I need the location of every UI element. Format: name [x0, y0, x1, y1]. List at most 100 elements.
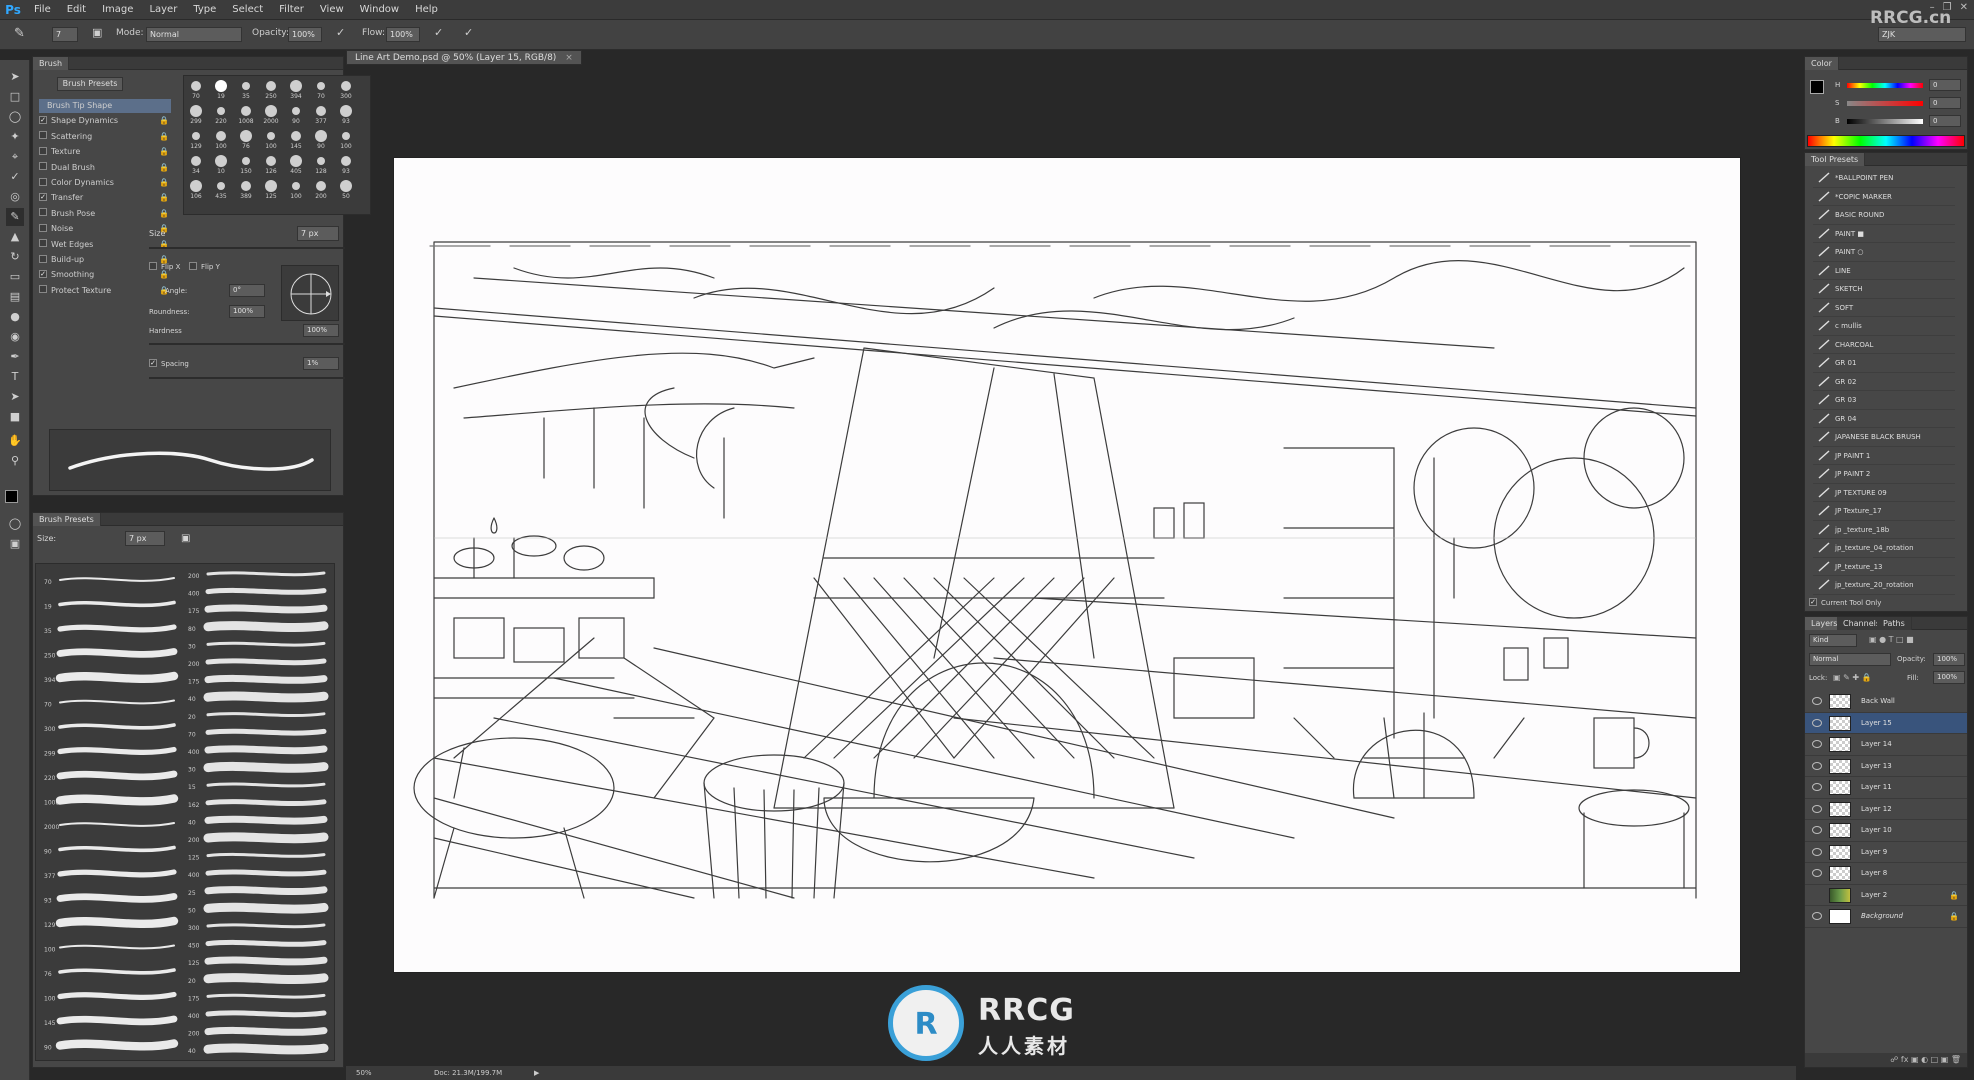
- brush-preset-stroke[interactable]: [203, 691, 329, 703]
- tool-preset-item[interactable]: JP TEXTURE 09: [1813, 484, 1955, 502]
- lock-icon[interactable]: 🔒: [159, 176, 169, 190]
- color-channel-value[interactable]: 0: [1929, 97, 1961, 109]
- brush-tip-thumb[interactable]: [292, 107, 300, 115]
- tool-preset-item[interactable]: *BALLPOINT PEN: [1813, 169, 1955, 188]
- tab-color[interactable]: Color: [1805, 57, 1839, 70]
- dodge-tool-icon[interactable]: ◉: [6, 328, 24, 346]
- layer-row[interactable]: Layer 14: [1805, 734, 1967, 756]
- brush-preset-stroke[interactable]: [205, 587, 327, 595]
- status-menu-arrow-icon[interactable]: ▶: [534, 1066, 539, 1080]
- brush-preset-stroke[interactable]: [57, 991, 177, 1000]
- move-tool-icon[interactable]: ➤: [6, 68, 24, 86]
- size-slider[interactable]: [149, 247, 345, 249]
- brush-setting-item[interactable]: Dual Brush 🔒: [39, 161, 171, 175]
- brush-tip-thumb[interactable]: [290, 155, 302, 167]
- eye-icon[interactable]: [1812, 718, 1822, 727]
- quick-mask-icon[interactable]: ◯: [6, 515, 24, 533]
- layer-opacity-field[interactable]: 100%: [1933, 653, 1965, 666]
- close-icon[interactable]: ✕: [1960, 2, 1968, 13]
- menu-file[interactable]: File: [26, 4, 59, 15]
- document-canvas[interactable]: [393, 157, 1741, 973]
- brush-setting-item[interactable]: Color Dynamics 🔒: [39, 176, 171, 190]
- brush-preset-stroke[interactable]: [203, 621, 329, 632]
- lock-icon[interactable]: 🔒: [159, 130, 169, 144]
- workspace-select[interactable]: ZJK: [1878, 27, 1966, 42]
- brush-preset-stroke[interactable]: [58, 600, 176, 608]
- brush-tip-thumb[interactable]: [290, 80, 302, 92]
- eye-icon[interactable]: [1812, 761, 1822, 770]
- brush-preset-stroke[interactable]: [204, 674, 328, 684]
- brush-tip-thumb[interactable]: [266, 156, 276, 166]
- tool-preset-item[interactable]: PAINT ○: [1813, 243, 1955, 262]
- spacing-slider[interactable]: [149, 377, 345, 379]
- brush-preset-stroke[interactable]: [203, 973, 329, 984]
- hardness-slider[interactable]: [149, 343, 345, 345]
- brush-tip-thumb[interactable]: [215, 80, 227, 92]
- brush-setting-checkbox[interactable]: [39, 223, 47, 232]
- menu-edit[interactable]: Edit: [59, 4, 94, 15]
- brush-preset-stroke[interactable]: [59, 944, 175, 950]
- tab-paths[interactable]: Paths: [1877, 617, 1912, 630]
- menu-layer[interactable]: Layer: [141, 4, 185, 15]
- spacing-checkbox[interactable]: ✓ Spacing: [149, 359, 189, 368]
- brush-setting-item[interactable]: Scattering 🔒: [39, 130, 171, 144]
- current-tool-only-checkbox[interactable]: ✓ Current Tool Only: [1809, 598, 1881, 607]
- mode-select[interactable]: Normal: [146, 27, 242, 42]
- brush-preset-stroke[interactable]: [58, 968, 176, 975]
- stamp-tool-icon[interactable]: ▲: [6, 228, 24, 246]
- tab-brush-presets[interactable]: Brush Presets: [33, 513, 101, 526]
- menu-select[interactable]: Select: [224, 4, 271, 15]
- gradient-tool-icon[interactable]: ▤: [6, 288, 24, 306]
- eye-icon[interactable]: [1812, 697, 1822, 705]
- close-tab-icon[interactable]: ×: [565, 53, 573, 63]
- brush-setting-checkbox[interactable]: [39, 254, 47, 263]
- brush-tool-icon[interactable]: ✎: [6, 208, 24, 226]
- layer-row[interactable]: Layer 2 🔒: [1805, 885, 1967, 906]
- color-channel-slider[interactable]: [1847, 83, 1923, 88]
- tool-preset-item[interactable]: *COPIC MARKER: [1813, 188, 1955, 206]
- eye-icon[interactable]: [1812, 869, 1822, 877]
- roundness-field[interactable]: 100%: [229, 305, 265, 318]
- angle-field[interactable]: 0°: [229, 284, 265, 297]
- marquee-tool-icon[interactable]: □: [6, 88, 24, 106]
- tool-preset-item[interactable]: SOFT: [1813, 299, 1955, 317]
- brush-tip-thumb[interactable]: [266, 81, 276, 91]
- menu-window[interactable]: Window: [352, 4, 407, 15]
- tool-preset-item[interactable]: BASIC ROUND: [1813, 206, 1955, 225]
- brush-preset-stroke[interactable]: [205, 728, 327, 736]
- path-select-tool-icon[interactable]: ➤: [6, 388, 24, 406]
- menu-image[interactable]: Image: [94, 4, 141, 15]
- brush-tip-thumb[interactable]: [265, 105, 277, 117]
- tool-preset-item[interactable]: JP Texture_17: [1813, 502, 1955, 521]
- lock-icon[interactable]: 🔒: [159, 207, 169, 221]
- history-brush-tool-icon[interactable]: ↻: [6, 248, 24, 266]
- layer-row[interactable]: Layer 10: [1805, 820, 1967, 842]
- color-channel-slider[interactable]: [1847, 101, 1923, 106]
- brush-size-picker[interactable]: 7: [52, 27, 78, 42]
- layers-footer-icons[interactable]: ☍ fx ▣ ◐ □ ▣ 🗑: [1805, 1053, 1967, 1067]
- brush-tip-thumb[interactable]: [341, 81, 351, 91]
- brush-tip-thumb[interactable]: [241, 181, 251, 191]
- layer-row[interactable]: Background 🔒: [1805, 906, 1967, 928]
- brush-preset-stroke[interactable]: [203, 902, 329, 914]
- presets-size-field[interactable]: 7 px: [125, 531, 165, 546]
- tool-preset-item[interactable]: JP_texture_13: [1813, 558, 1955, 576]
- tool-preset-item[interactable]: CHARCOAL: [1813, 336, 1955, 354]
- tool-preset-item[interactable]: c mullis: [1813, 317, 1955, 336]
- brush-preset-stroke[interactable]: [58, 845, 176, 853]
- tool-preset-item[interactable]: jp_texture_04_rotation: [1813, 539, 1955, 558]
- pressure-opacity-icon[interactable]: ✓: [336, 26, 345, 39]
- brush-setting-checkbox[interactable]: [39, 239, 47, 248]
- eye-icon[interactable]: [1812, 826, 1822, 834]
- brush-preset-stroke[interactable]: [204, 815, 328, 825]
- brush-setting-item[interactable]: ✓ Transfer 🔒: [39, 191, 171, 205]
- brush-preset-stroke[interactable]: [204, 1026, 328, 1036]
- eye-icon[interactable]: [1812, 847, 1822, 856]
- layer-row[interactable]: Layer 13: [1805, 756, 1967, 777]
- foreground-color-swatch[interactable]: [5, 490, 18, 503]
- brush-preset-stroke[interactable]: [56, 1015, 178, 1026]
- tool-preset-item[interactable]: jp_texture_20_rotation: [1813, 576, 1955, 595]
- brush-tip-thumb[interactable]: [340, 180, 352, 192]
- brush-preset-stroke[interactable]: [205, 658, 327, 666]
- brush-setting-item[interactable]: Brush Pose 🔒: [39, 207, 171, 221]
